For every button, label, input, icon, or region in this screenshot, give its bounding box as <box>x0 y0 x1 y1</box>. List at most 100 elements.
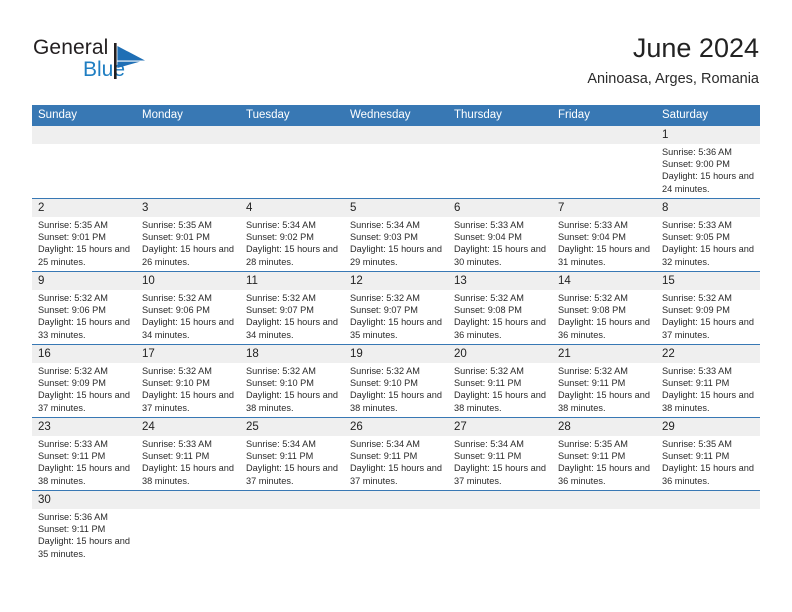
day-number-28[interactable]: 28 <box>552 418 656 436</box>
day-cell-7[interactable]: Sunrise: 5:33 AM Sunset: 9:04 PM Daylight:… <box>552 217 656 271</box>
day-cell-30[interactable]: Sunrise: 5:36 AM Sunset: 9:11 PM Daylight:… <box>32 509 136 563</box>
sunrise-text: Sunrise: 5:33 AM <box>142 439 212 449</box>
day-cell-22[interactable]: Sunrise: 5:33 AM Sunset: 9:11 PM Daylight:… <box>656 363 760 417</box>
day-number-2[interactable]: 2 <box>32 199 136 217</box>
day-number-1[interactable]: 1 <box>656 126 760 144</box>
weekday-header-thursday: Thursday <box>448 105 552 126</box>
day-cell-16[interactable]: Sunrise: 5:32 AM Sunset: 9:09 PM Daylight:… <box>32 363 136 417</box>
day-cell-17[interactable]: Sunrise: 5:32 AM Sunset: 9:10 PM Daylight:… <box>136 363 240 417</box>
day-number-16[interactable]: 16 <box>32 345 136 363</box>
day-cell-29[interactable]: Sunrise: 5:35 AM Sunset: 9:11 PM Daylight:… <box>656 436 760 490</box>
day-number-24[interactable]: 24 <box>136 418 240 436</box>
day-cell-4[interactable]: Sunrise: 5:34 AM Sunset: 9:02 PM Daylight:… <box>240 217 344 271</box>
week-info-row: Sunrise: 5:33 AM Sunset: 9:11 PM Daylight:… <box>32 436 760 490</box>
day-number-6[interactable]: 6 <box>448 199 552 217</box>
day-cell-18[interactable]: Sunrise: 5:32 AM Sunset: 9:10 PM Daylight:… <box>240 363 344 417</box>
day-cell-14[interactable]: Sunrise: 5:32 AM Sunset: 9:08 PM Daylight:… <box>552 290 656 344</box>
day-number-7[interactable]: 7 <box>552 199 656 217</box>
daylight-text: Daylight: 15 hours and 38 minutes. <box>142 463 234 486</box>
day-cell-8[interactable]: Sunrise: 5:33 AM Sunset: 9:05 PM Daylight:… <box>656 217 760 271</box>
sunset-text: Sunset: 9:07 PM <box>246 305 314 316</box>
week-info-row: Sunrise: 5:35 AM Sunset: 9:01 PM Daylight:… <box>32 217 760 271</box>
daylight-text: Daylight: 15 hours and 34 minutes. <box>142 317 234 340</box>
sunrise-text: Sunrise: 5:32 AM <box>350 293 420 303</box>
daylight-text: Daylight: 15 hours and 36 minutes. <box>558 463 650 486</box>
day-number-21[interactable]: 21 <box>552 345 656 363</box>
day-cell-empty <box>32 144 136 198</box>
day-number-20[interactable]: 20 <box>448 345 552 363</box>
day-cell-28[interactable]: Sunrise: 5:35 AM Sunset: 9:11 PM Daylight:… <box>552 436 656 490</box>
day-cell-13[interactable]: Sunrise: 5:32 AM Sunset: 9:08 PM Daylight:… <box>448 290 552 344</box>
sunset-text: Sunset: 9:04 PM <box>558 232 626 243</box>
day-cell-27[interactable]: Sunrise: 5:34 AM Sunset: 9:11 PM Daylight:… <box>448 436 552 490</box>
day-number-15[interactable]: 15 <box>656 272 760 290</box>
day-cell-2[interactable]: Sunrise: 5:35 AM Sunset: 9:01 PM Daylight:… <box>32 217 136 271</box>
day-number-17[interactable]: 17 <box>136 345 240 363</box>
sunset-text: Sunset: 9:10 PM <box>246 378 314 389</box>
calendar-page: General Blue June 2024 Aninoasa, Arges, … <box>0 0 792 612</box>
day-number-29[interactable]: 29 <box>656 418 760 436</box>
day-number-5[interactable]: 5 <box>344 199 448 217</box>
sunset-text: Sunset: 9:03 PM <box>350 232 418 243</box>
day-number-3[interactable]: 3 <box>136 199 240 217</box>
day-cell-15[interactable]: Sunrise: 5:32 AM Sunset: 9:09 PM Daylight:… <box>656 290 760 344</box>
page-title: June 2024 <box>632 33 759 63</box>
day-number-25[interactable]: 25 <box>240 418 344 436</box>
sunset-text: Sunset: 9:08 PM <box>454 305 522 316</box>
day-cell-24[interactable]: Sunrise: 5:33 AM Sunset: 9:11 PM Daylight:… <box>136 436 240 490</box>
sunset-text: Sunset: 9:06 PM <box>142 305 210 316</box>
day-number-empty <box>136 126 240 144</box>
daylight-text: Daylight: 15 hours and 36 minutes. <box>662 463 754 486</box>
day-number-22[interactable]: 22 <box>656 345 760 363</box>
daylight-text: Daylight: 15 hours and 36 minutes. <box>558 317 650 340</box>
day-cell-20[interactable]: Sunrise: 5:32 AM Sunset: 9:11 PM Daylight:… <box>448 363 552 417</box>
day-number-14[interactable]: 14 <box>552 272 656 290</box>
day-number-30[interactable]: 30 <box>32 491 136 509</box>
daylight-text: Daylight: 15 hours and 26 minutes. <box>142 244 234 267</box>
day-cell-12[interactable]: Sunrise: 5:32 AM Sunset: 9:07 PM Daylight:… <box>344 290 448 344</box>
day-cell-empty <box>656 509 760 563</box>
sunrise-text: Sunrise: 5:34 AM <box>246 220 316 230</box>
day-number-19[interactable]: 19 <box>344 345 448 363</box>
day-cell-empty <box>448 509 552 563</box>
day-number-empty <box>136 491 240 509</box>
day-cell-26[interactable]: Sunrise: 5:34 AM Sunset: 9:11 PM Daylight:… <box>344 436 448 490</box>
day-cell-3[interactable]: Sunrise: 5:35 AM Sunset: 9:01 PM Daylight:… <box>136 217 240 271</box>
sunset-text: Sunset: 9:11 PM <box>454 378 522 389</box>
day-number-10[interactable]: 10 <box>136 272 240 290</box>
day-cell-19[interactable]: Sunrise: 5:32 AM Sunset: 9:10 PM Daylight:… <box>344 363 448 417</box>
day-number-8[interactable]: 8 <box>656 199 760 217</box>
day-number-12[interactable]: 12 <box>344 272 448 290</box>
day-cell-25[interactable]: Sunrise: 5:34 AM Sunset: 9:11 PM Daylight:… <box>240 436 344 490</box>
day-cell-11[interactable]: Sunrise: 5:32 AM Sunset: 9:07 PM Daylight:… <box>240 290 344 344</box>
weekday-header-tuesday: Tuesday <box>240 105 344 126</box>
daylight-text: Daylight: 15 hours and 38 minutes. <box>662 390 754 413</box>
day-cell-21[interactable]: Sunrise: 5:32 AM Sunset: 9:11 PM Daylight:… <box>552 363 656 417</box>
day-cell-6[interactable]: Sunrise: 5:33 AM Sunset: 9:04 PM Daylight:… <box>448 217 552 271</box>
week-info-row: Sunrise: 5:36 AM Sunset: 9:11 PM Daylight:… <box>32 509 760 563</box>
day-number-11[interactable]: 11 <box>240 272 344 290</box>
day-cell-1[interactable]: Sunrise: 5:36 AM Sunset: 9:00 PM Daylight:… <box>656 144 760 198</box>
day-number-27[interactable]: 27 <box>448 418 552 436</box>
daylight-text: Daylight: 15 hours and 36 minutes. <box>454 317 546 340</box>
day-cell-9[interactable]: Sunrise: 5:32 AM Sunset: 9:06 PM Daylight:… <box>32 290 136 344</box>
day-number-18[interactable]: 18 <box>240 345 344 363</box>
sunset-text: Sunset: 9:05 PM <box>662 232 730 243</box>
daylight-text: Daylight: 15 hours and 38 minutes. <box>350 390 442 413</box>
day-number-26[interactable]: 26 <box>344 418 448 436</box>
week-info-row: Sunrise: 5:36 AM Sunset: 9:00 PM Daylight:… <box>32 144 760 198</box>
day-number-13[interactable]: 13 <box>448 272 552 290</box>
day-cell-23[interactable]: Sunrise: 5:33 AM Sunset: 9:11 PM Daylight:… <box>32 436 136 490</box>
day-number-23[interactable]: 23 <box>32 418 136 436</box>
day-number-empty <box>448 491 552 509</box>
sunrise-text: Sunrise: 5:35 AM <box>558 439 628 449</box>
day-cell-5[interactable]: Sunrise: 5:34 AM Sunset: 9:03 PM Daylight:… <box>344 217 448 271</box>
brand-logo[interactable]: General Blue <box>33 36 193 88</box>
sunset-text: Sunset: 9:11 PM <box>246 451 314 462</box>
daylight-text: Daylight: 15 hours and 37 minutes. <box>350 463 442 486</box>
sunrise-text: Sunrise: 5:32 AM <box>142 366 212 376</box>
day-number-9[interactable]: 9 <box>32 272 136 290</box>
day-number-4[interactable]: 4 <box>240 199 344 217</box>
day-cell-10[interactable]: Sunrise: 5:32 AM Sunset: 9:06 PM Daylight:… <box>136 290 240 344</box>
day-number-empty <box>656 491 760 509</box>
